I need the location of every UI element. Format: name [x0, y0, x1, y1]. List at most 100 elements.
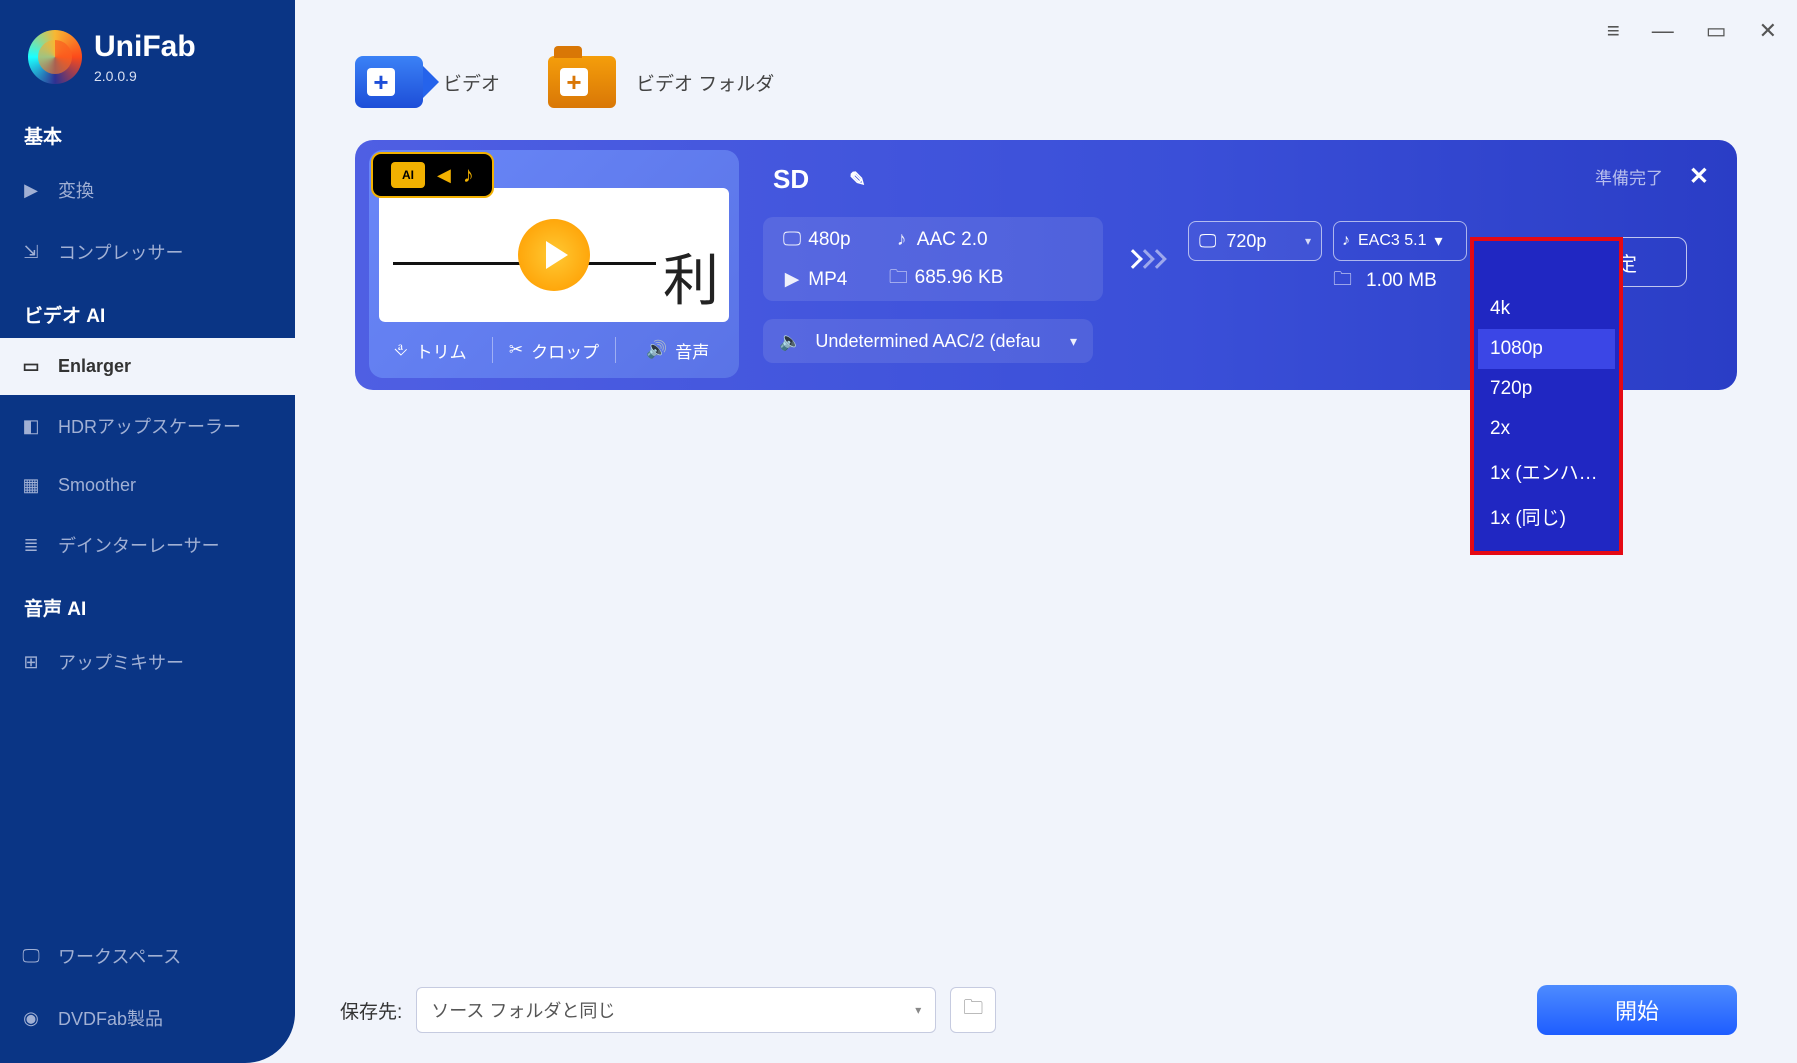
chevron-down-icon: ▾: [915, 1003, 921, 1017]
enlarge-icon: ▭: [20, 358, 42, 376]
crop-button[interactable]: ✂ クロップ: [493, 338, 616, 363]
smoother-icon: ▦: [20, 477, 42, 495]
source-container: MP4: [808, 269, 847, 290]
sidebar-item-workspace[interactable]: 🖵 ワークスペース: [0, 925, 295, 987]
audio-codec-icon: ♪: [891, 229, 913, 251]
sidebar-item-hdr[interactable]: ◧ HDRアップスケーラー: [0, 395, 295, 457]
ai-video-badge: AI: [391, 162, 425, 188]
add-folder-button[interactable]: + ビデオ フォルダ: [548, 56, 774, 108]
source-specs: 🖵 480p ♪ AAC 2.0 ▶ MP4 🗀 685.96 KB: [763, 217, 1103, 301]
output-audio-select[interactable]: ♪ EAC3 5.1 ▾: [1333, 221, 1467, 261]
sidebar-item-deinterlace[interactable]: ≣ デインターレーサー: [0, 514, 295, 576]
sidebar-item-upmixer[interactable]: ⊞ アップミキサー: [0, 631, 295, 693]
browse-folder-button[interactable]: 🗀: [950, 987, 996, 1033]
nav-label: DVDFab製品: [58, 1005, 163, 1031]
dest-label: 保存先:: [340, 997, 402, 1024]
menu-icon[interactable]: ≡: [1607, 18, 1620, 44]
audio-track-select[interactable]: 🔈 Undetermined AAC/2 (defau ▾: [763, 319, 1093, 363]
logo: UniFab 2.0.0.9: [0, 0, 295, 104]
add-video-icon: +: [355, 56, 423, 108]
ai-audio-icon: ♪: [463, 162, 474, 188]
trim-label: トリム: [416, 338, 467, 363]
sidebar-item-dvdfab[interactable]: ◉ DVDFab製品: [0, 987, 295, 1063]
output-resolution-select[interactable]: 🖵 720p ▾: [1188, 221, 1322, 261]
dropdown-option-2x[interactable]: 2x: [1478, 409, 1615, 449]
source-audio: AAC 2.0: [917, 229, 988, 250]
add-folder-icon: +: [548, 56, 616, 108]
nav-label: 変換: [58, 177, 94, 203]
audio-icon: 🔊: [646, 340, 667, 360]
filesize-icon: 🗀: [887, 263, 909, 295]
nav-label: アップミキサー: [58, 649, 184, 675]
source-size: 685.96 KB: [915, 267, 1004, 288]
sidebar-item-convert[interactable]: ▶ 変換: [0, 159, 295, 221]
folder-icon: 🗀: [963, 993, 983, 1027]
sidebar-item-smoother[interactable]: ▦ Smoother: [0, 457, 295, 514]
filesize-icon: 🗀: [1333, 265, 1352, 297]
maximize-icon[interactable]: ▭: [1706, 18, 1727, 44]
source-resolution: 480p: [808, 229, 850, 250]
crop-icon: ✂: [509, 340, 523, 360]
add-video-label: ビデオ: [443, 69, 500, 96]
output-size-value: 1.00 MB: [1366, 270, 1437, 292]
preview-frame[interactable]: [379, 188, 729, 322]
start-button[interactable]: 開始: [1537, 985, 1737, 1035]
play-button[interactable]: [518, 219, 590, 291]
nav-label: コンプレッサー: [58, 239, 183, 265]
play-square-icon: ▶: [20, 181, 42, 199]
minimize-icon[interactable]: —: [1652, 18, 1674, 44]
resolution-dropdown: 4k 1080p 720p 2x 1x (エンハ… 1x (同じ): [1470, 237, 1623, 555]
camera-icon: ◀: [437, 165, 451, 186]
close-icon[interactable]: ✕: [1759, 18, 1777, 44]
container-icon: ▶: [781, 268, 803, 291]
deinterlace-icon: ≣: [20, 536, 42, 554]
chevron-down-icon: ▾: [1305, 234, 1311, 248]
add-bar: + ビデオ + ビデオ フォルダ: [295, 0, 1797, 130]
output-resolution-value: 720p: [1226, 231, 1266, 252]
monitor-icon: 🖵: [1199, 231, 1216, 252]
edit-title-icon[interactable]: ✎: [849, 167, 866, 192]
sidebar: UniFab 2.0.0.9 基本 ▶ 変換 ⇲ コンプレッサー ビデオ AI …: [0, 0, 295, 1063]
dropdown-option-720p[interactable]: 720p: [1478, 369, 1615, 409]
main-area: ≡ — ▭ ✕ + ビデオ + ビデオ フォルダ AI ◀ ♪: [295, 0, 1797, 1063]
remove-task-icon[interactable]: ✕: [1689, 162, 1709, 191]
speaker-icon: 🔈: [779, 331, 801, 352]
dest-folder-value: ソース フォルダと同じ: [431, 997, 615, 1023]
section-basic-label: 基本: [0, 104, 295, 159]
add-video-button[interactable]: + ビデオ: [355, 56, 500, 108]
titlebar: ≡ — ▭ ✕: [1607, 18, 1777, 44]
preview-tools: ⎀ トリム ✂ クロップ 🔊 音声: [369, 322, 739, 378]
compress-icon: ⇲: [20, 243, 42, 261]
nav-label: デインターレーサー: [58, 532, 220, 558]
nav-label: Smoother: [58, 475, 136, 496]
upmix-icon: ⊞: [20, 653, 42, 671]
workspace-icon: 🖵: [20, 947, 42, 965]
dropdown-option-1x-same[interactable]: 1x (同じ): [1478, 494, 1615, 539]
app-version: 2.0.0.9: [94, 68, 196, 84]
footer: 保存先: ソース フォルダと同じ ▾ 🗀 開始: [340, 985, 1737, 1035]
output-size: 🗀 1.00 MB: [1333, 265, 1437, 297]
sidebar-item-enlarger[interactable]: ▭ Enlarger: [0, 338, 296, 395]
audio-track-value: Undetermined AAC/2 (defau: [815, 331, 1040, 352]
task-status: 準備完了: [1595, 164, 1663, 189]
app-logo-icon: [28, 30, 82, 84]
chevron-down-icon: ▾: [1070, 333, 1077, 350]
add-folder-label: ビデオ フォルダ: [636, 69, 774, 96]
start-label: 開始: [1615, 994, 1659, 1026]
trim-button[interactable]: ⎀ トリム: [369, 338, 492, 363]
sidebar-item-compressor[interactable]: ⇲ コンプレッサー: [0, 221, 295, 283]
dropdown-option-4k[interactable]: 4k: [1478, 289, 1615, 329]
audio-label: 音声: [675, 338, 709, 363]
dropdown-option-1080p[interactable]: 1080p: [1478, 329, 1615, 369]
nav-label: Enlarger: [58, 356, 131, 377]
ai-tag: AI ◀ ♪: [371, 152, 494, 198]
chevron-down-icon: ▾: [1434, 231, 1442, 251]
arrow-icon: [1121, 237, 1171, 281]
trim-icon: ⎀: [394, 340, 408, 360]
video-preview: AI ◀ ♪ ⎀ トリム ✂ クロップ 🔊: [369, 150, 739, 378]
hdr-icon: ◧: [20, 417, 42, 435]
dropdown-option-1x-enhance[interactable]: 1x (エンハ…: [1478, 449, 1615, 494]
audio-button[interactable]: 🔊 音声: [616, 338, 739, 363]
nav-label: ワークスペース: [58, 943, 181, 969]
dest-folder-select[interactable]: ソース フォルダと同じ ▾: [416, 987, 936, 1033]
